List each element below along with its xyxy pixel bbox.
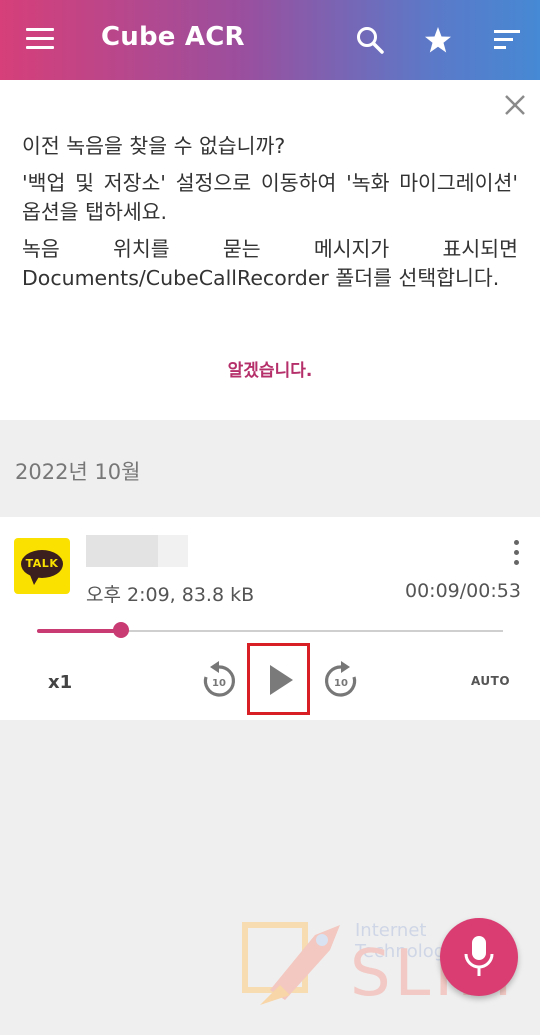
close-icon[interactable] xyxy=(500,90,530,120)
play-button-highlight xyxy=(247,643,310,715)
redacted-contact-name-tail xyxy=(158,535,188,567)
app-icon-label: TALK xyxy=(25,557,59,570)
redacted-contact-name xyxy=(86,535,158,567)
microphone-icon xyxy=(464,936,494,976)
notice-line-2: '백업 및 저장소' 설정으로 이동하여 '녹화 마이그레이션' 옵션을 탭하세… xyxy=(22,171,518,224)
ok-button[interactable]: 알겠습니다. xyxy=(0,356,540,381)
rocket-logo-icon xyxy=(242,922,340,1005)
auto-mode-button[interactable]: AUTO xyxy=(471,674,510,688)
rewind-seconds-label: 10 xyxy=(212,678,226,689)
playback-speed-button[interactable]: x1 xyxy=(48,672,72,693)
star-icon[interactable] xyxy=(422,24,454,56)
menu-icon[interactable] xyxy=(26,28,54,50)
rewind-10-icon[interactable]: 10 xyxy=(200,660,238,700)
notice-line-3: 녹음 위치를 묻는 메시지가 표시되면 Documents/CubeCallRe… xyxy=(22,237,518,290)
recording-time-size: 오후 2:09, 83.8 kB xyxy=(86,584,255,606)
more-options-icon[interactable] xyxy=(511,540,521,566)
playback-position: 00:09/00:53 xyxy=(405,580,521,602)
forward-10-icon[interactable]: 10 xyxy=(322,660,360,700)
app-bar: Cube ACR xyxy=(0,0,540,80)
search-icon[interactable] xyxy=(354,24,386,56)
notice-line-1: 이전 녹음을 찾을 수 없습니까? xyxy=(22,134,286,158)
migration-notice: 이전 녹음을 찾을 수 없습니까? '백업 및 저장소' 설정으로 이동하여 '… xyxy=(0,80,540,420)
seek-bar-thumb[interactable] xyxy=(112,622,129,638)
record-fab[interactable] xyxy=(440,918,518,996)
date-section-header: 2022년 10월 xyxy=(15,460,141,484)
seek-bar-progress xyxy=(37,629,121,633)
app-title: Cube ACR xyxy=(101,22,245,52)
sort-icon[interactable] xyxy=(491,24,523,56)
forward-seconds-label: 10 xyxy=(334,678,348,689)
kakaotalk-app-icon: TALK xyxy=(14,538,70,594)
